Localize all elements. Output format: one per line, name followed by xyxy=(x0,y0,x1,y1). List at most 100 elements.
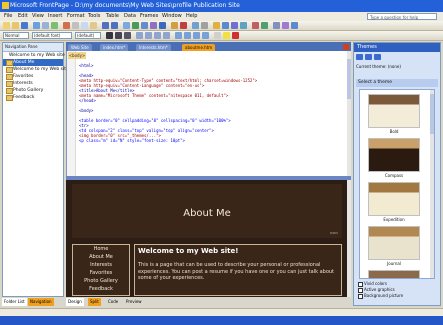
print-icon[interactable] xyxy=(42,22,49,29)
insert-picture-icon[interactable] xyxy=(141,22,148,29)
tab-aboutme[interactable]: aboutme.htm xyxy=(182,44,216,51)
menu-window[interactable]: Window xyxy=(162,12,182,21)
tree-item-photo-gallery[interactable]: Photo Gallery xyxy=(3,87,63,94)
code-view[interactable]: <body> <html> <head> <meta http-equiv="C… xyxy=(66,51,348,176)
menu-view[interactable]: View xyxy=(32,12,44,21)
numbering-icon[interactable] xyxy=(175,32,182,39)
quick-tag-label[interactable]: <body> xyxy=(68,52,86,59)
tab-folder-list[interactable]: Folder List xyxy=(2,298,27,306)
nav-link-favorites[interactable]: Favorites xyxy=(73,269,129,277)
stop-icon[interactable] xyxy=(180,22,187,29)
menu-table[interactable]: Table xyxy=(106,12,119,21)
paste-icon[interactable] xyxy=(90,22,97,29)
decrease-indent-icon[interactable] xyxy=(193,32,200,39)
forward-icon[interactable] xyxy=(365,54,372,60)
new-page-icon[interactable] xyxy=(3,22,10,29)
layers-icon[interactable] xyxy=(231,22,238,29)
forms-icon[interactable] xyxy=(252,22,259,29)
font-select[interactable]: (default font) xyxy=(32,32,72,39)
align-left-icon[interactable] xyxy=(136,32,143,39)
cut-icon[interactable] xyxy=(72,22,79,29)
save-icon[interactable] xyxy=(21,22,28,29)
publish-icon[interactable] xyxy=(33,22,40,29)
drawing-icon[interactable] xyxy=(150,22,157,29)
size-select[interactable]: (default) xyxy=(75,32,101,39)
scroll-thumb[interactable] xyxy=(347,59,351,99)
show-formatting-icon[interactable] xyxy=(192,22,199,29)
tasks-icon[interactable] xyxy=(261,22,268,29)
borders-icon[interactable] xyxy=(214,32,221,39)
theme-gallery-scrollbar[interactable] xyxy=(430,90,434,278)
tab-index[interactable]: index.htm* xyxy=(100,44,129,51)
spelling-icon[interactable] xyxy=(63,22,70,29)
style-select[interactable]: Normal xyxy=(3,32,29,39)
menu-insert[interactable]: Insert xyxy=(48,12,62,21)
design-scrollbar[interactable] xyxy=(347,180,351,297)
help-search-box[interactable]: Type a question for help xyxy=(367,13,437,20)
tab-interests[interactable]: Interests.htm* xyxy=(136,44,171,51)
tools-icon[interactable] xyxy=(240,22,247,29)
undo-icon[interactable] xyxy=(102,22,109,29)
theme-thumbnail[interactable] xyxy=(368,182,420,216)
tab-web-site[interactable]: Web Site xyxy=(68,44,92,51)
tab-preview[interactable]: Preview xyxy=(124,298,144,306)
redo-icon[interactable] xyxy=(111,22,118,29)
align-center-icon[interactable] xyxy=(145,32,152,39)
checkbox[interactable] xyxy=(358,294,363,299)
code-scrollbar[interactable] xyxy=(347,51,351,176)
tab-code[interactable]: Code xyxy=(106,298,120,306)
design-view[interactable]: About Me ▫▫▫ Home About Me Interests Fav… xyxy=(66,180,351,297)
underline-icon[interactable] xyxy=(124,32,131,39)
italic-icon[interactable] xyxy=(115,32,122,39)
justify-icon[interactable] xyxy=(163,32,170,39)
content-area[interactable]: Welcome to my Web site! This is a page t… xyxy=(134,244,342,296)
menu-edit[interactable]: Edit xyxy=(18,12,28,21)
align-right-icon[interactable] xyxy=(154,32,161,39)
nav-link-about-me[interactable]: About Me xyxy=(73,253,129,261)
refresh-icon[interactable] xyxy=(171,22,178,29)
theme-thumbnail[interactable] xyxy=(368,226,420,260)
copy-icon[interactable] xyxy=(81,22,88,29)
nav-link-home[interactable]: Home xyxy=(73,245,129,253)
tab-design[interactable]: Design xyxy=(66,298,84,306)
tab-navigation[interactable]: Navigation xyxy=(28,298,54,306)
theme-thumbnail[interactable] xyxy=(368,270,420,278)
zoom-icon[interactable] xyxy=(222,22,229,29)
home-icon[interactable] xyxy=(374,54,381,60)
tree-item-welcome[interactable]: Welcome to my Web site xyxy=(3,66,69,73)
close-document-icon[interactable] xyxy=(343,44,349,50)
highlight-color-icon[interactable] xyxy=(223,32,230,39)
highlight-icon[interactable] xyxy=(213,22,220,29)
tree-item-feedback[interactable]: Feedback xyxy=(3,94,63,101)
open-folder-icon[interactable] xyxy=(12,22,19,29)
theme-thumbnail[interactable] xyxy=(368,138,420,172)
hyperlink-icon[interactable] xyxy=(159,22,166,29)
menu-tools[interactable]: Tools xyxy=(88,12,100,21)
font-color-icon[interactable] xyxy=(232,32,239,39)
menu-frames[interactable]: Frames xyxy=(140,12,158,21)
insert-table-icon[interactable] xyxy=(132,22,139,29)
back-icon[interactable] xyxy=(356,54,363,60)
bullets-icon[interactable] xyxy=(184,32,191,39)
tree-item-favorites[interactable]: Favorites xyxy=(3,73,63,80)
tree-item-home[interactable]: Welcome to my Web site xyxy=(3,52,65,59)
web-component-icon[interactable] xyxy=(123,22,130,29)
nav-link-feedback[interactable]: Feedback xyxy=(73,285,129,293)
theme-thumbnail[interactable] xyxy=(368,94,420,128)
background-picture-option[interactable]: Background picture xyxy=(358,293,438,299)
menu-file[interactable]: File xyxy=(4,12,12,21)
style-icon[interactable] xyxy=(282,22,289,29)
preview-icon[interactable] xyxy=(51,22,58,29)
tree-item-interests[interactable]: Interests xyxy=(3,80,63,87)
tree-item-about-me[interactable]: About Me xyxy=(3,59,63,66)
bold-icon[interactable] xyxy=(106,32,113,39)
tab-split[interactable]: Split xyxy=(88,298,101,306)
nav-link-interests[interactable]: Interests xyxy=(73,261,129,269)
menu-data[interactable]: Data xyxy=(124,12,136,21)
scroll-thumb[interactable] xyxy=(430,94,434,134)
menu-help[interactable]: Help xyxy=(186,12,197,21)
nav-link-photo-gallery[interactable]: Photo Gallery xyxy=(73,277,129,285)
options-icon[interactable] xyxy=(273,22,280,29)
increase-indent-icon[interactable] xyxy=(202,32,209,39)
page-icon[interactable] xyxy=(291,22,298,29)
